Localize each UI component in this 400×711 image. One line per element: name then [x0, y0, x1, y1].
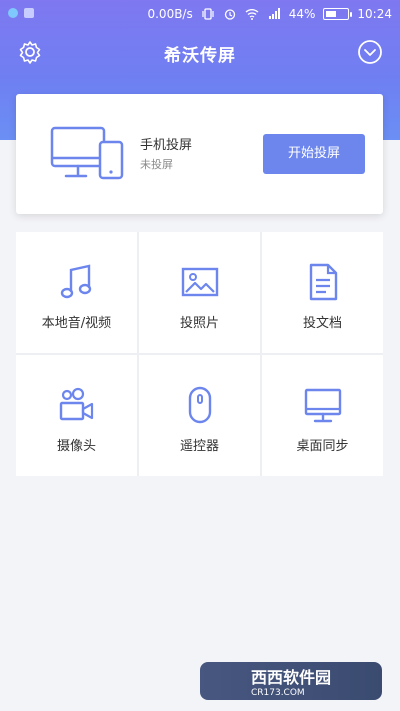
app-notification-icon — [24, 8, 34, 18]
status-bar: 0.00B/s 44% 10:24 — [0, 0, 400, 30]
feature-label: 桌面同步 — [296, 439, 349, 454]
feature-remote[interactable]: 遥控器 — [139, 355, 260, 476]
clock: 10:24 — [357, 7, 392, 21]
document-icon — [309, 263, 337, 301]
battery-icon — [323, 8, 353, 20]
start-cast-button[interactable]: 开始投屏 — [263, 134, 365, 174]
feature-label: 投文档 — [302, 316, 342, 331]
vibrate-icon — [202, 8, 214, 20]
battery-percent: 44% — [288, 7, 316, 21]
chevron-down-circle-icon[interactable] — [356, 38, 384, 66]
feature-label: 投照片 — [179, 316, 219, 331]
notification-icon — [8, 8, 18, 18]
cast-title: 手机投屏 — [140, 138, 193, 153]
alarm-icon — [224, 9, 235, 20]
camera-icon — [59, 387, 93, 421]
feature-label: 本地音/视频 — [41, 316, 112, 331]
feature-local-media[interactable]: 本地音/视频 — [16, 232, 137, 353]
app-title: 希沃传屏 — [164, 46, 236, 66]
network-speed: 0.00B/s — [147, 7, 193, 21]
app-bar: 希沃传屏 — [0, 30, 400, 76]
monitor-phone-icon — [50, 126, 124, 180]
cast-status: 未投屏 — [140, 158, 173, 171]
wifi-icon — [245, 9, 259, 20]
status-left-icons — [8, 8, 34, 18]
feature-label: 摄像头 — [56, 439, 96, 454]
screen-cast-card: 手机投屏 未投屏 开始投屏 — [16, 94, 383, 214]
site-watermark: 西西软件园 CR173.COM — [200, 662, 382, 700]
feature-camera[interactable]: 摄像头 — [16, 355, 137, 476]
signal-icon — [268, 8, 280, 19]
feature-desktop-sync[interactable]: 桌面同步 — [262, 355, 383, 476]
music-note-icon — [60, 264, 91, 299]
feature-grid: 本地音/视频 投照片 投文档 摄像头 遥控器 桌面同步 — [16, 232, 383, 476]
status-right: 0.00B/s 44% 10:24 — [147, 7, 392, 21]
mouse-icon — [188, 386, 211, 424]
monitor-icon — [304, 388, 341, 423]
watermark-brand: 西西软件园 — [250, 668, 331, 687]
feature-photos[interactable]: 投照片 — [139, 232, 260, 353]
watermark-domain: CR173.COM — [250, 688, 305, 698]
feature-documents[interactable]: 投文档 — [262, 232, 383, 353]
feature-label: 遥控器 — [179, 439, 219, 454]
image-icon — [181, 267, 218, 297]
